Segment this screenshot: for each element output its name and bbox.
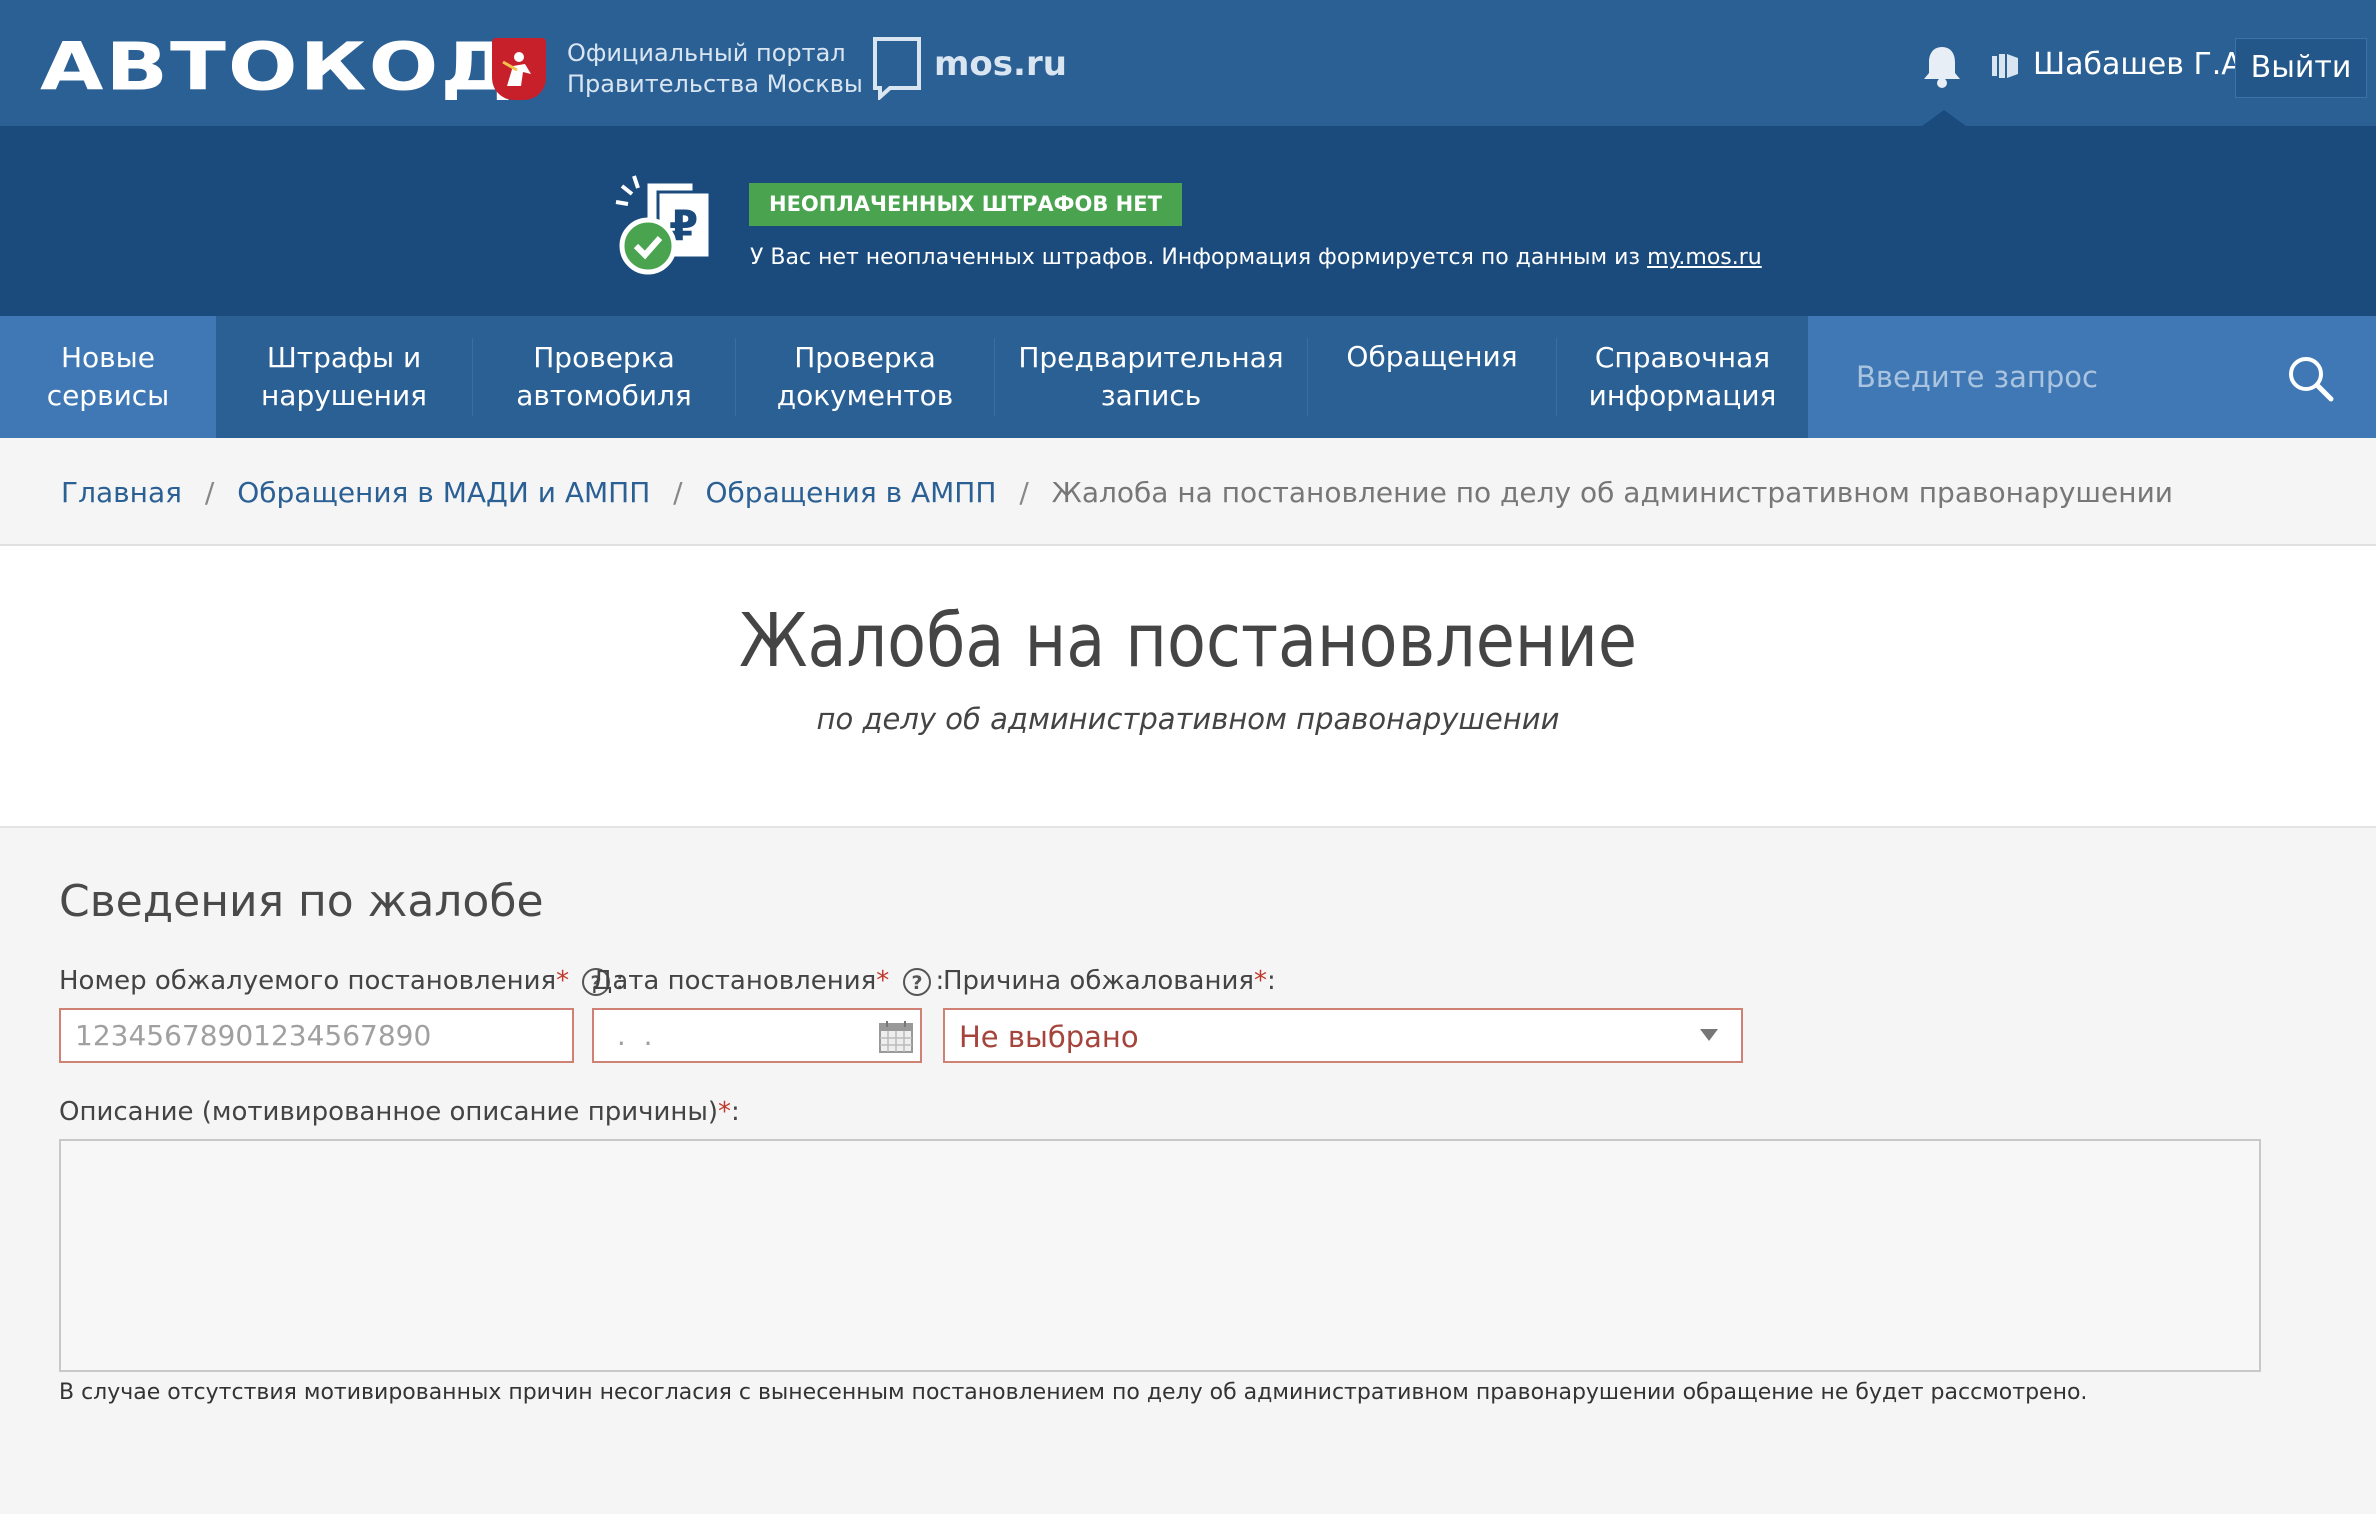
nav-item-label: сервисы — [46, 379, 170, 412]
reason-label-text: Причина обжалования — [943, 966, 1255, 996]
notification-pointer — [1922, 110, 1966, 126]
nav-item-fines[interactable]: Штрафы и нарушения — [216, 316, 472, 438]
my-mos-link[interactable]: my.mos.ru — [1647, 245, 1762, 270]
nav-item-label: автомобиля — [516, 379, 692, 412]
mos-ru-icon[interactable] — [872, 36, 922, 100]
breadcrumb-home[interactable]: Главная — [61, 476, 182, 509]
description-note: В случае отсутствия мотивированных причи… — [59, 1380, 2088, 1405]
page-title: Жалоба на постановление — [738, 598, 1638, 684]
date-field-wrapper — [592, 1008, 922, 1063]
moscow-crest-icon — [492, 38, 546, 100]
required-mark: * — [876, 966, 890, 996]
avtokod-logo[interactable]: АВТОКОД — [40, 28, 515, 108]
nav-item-label: Обращения — [1346, 340, 1518, 373]
description-label-text: Описание (мотивированное описание причин… — [59, 1097, 719, 1127]
search-icon[interactable] — [2286, 354, 2336, 404]
no-fines-icon: ₽ — [615, 175, 712, 275]
nav-item-label: Проверка — [794, 341, 936, 374]
number-label: Номер обжалуемого постановления* ? : — [59, 966, 624, 997]
required-mark: * — [556, 966, 570, 996]
chevron-down-icon — [1700, 1029, 1718, 1041]
portal-caption-line1: Официальный портал — [567, 39, 846, 67]
nav-item-appointment[interactable]: Предварительная запись — [995, 316, 1307, 438]
reason-label: Причина обжалования*: — [943, 966, 1276, 996]
user-icon — [1992, 54, 2018, 78]
nav-item-appeals[interactable]: Обращения — [1308, 316, 1556, 438]
logout-button[interactable]: Выйти — [2235, 38, 2367, 98]
section-title: Сведения по жалобе — [59, 876, 544, 927]
date-label: Дата постановления* ? : — [592, 966, 944, 997]
fines-info-text: У Вас нет неоплаченных штрафов. Информац… — [750, 245, 1762, 270]
top-header: АВТОКОД Официальный портал Правительства… — [0, 0, 2376, 126]
breadcrumb-separator: / — [1019, 476, 1029, 509]
search-box — [1808, 316, 2376, 438]
description-textarea[interactable] — [61, 1141, 2259, 1370]
decision-date-input[interactable] — [594, 1010, 920, 1061]
page-header: Жалоба на постановление по делу об админ… — [0, 546, 2376, 828]
breadcrumb-separator: / — [673, 476, 683, 509]
nav-item-label: нарушения — [260, 379, 427, 412]
nav-item-new-services[interactable]: Новые сервисы — [0, 316, 216, 438]
breadcrumb: Главная / Обращения в МАДИ и АМПП / Обра… — [0, 438, 2376, 546]
nav-item-label: документов — [776, 379, 954, 412]
decision-number-input[interactable] — [61, 1010, 572, 1061]
label-colon: : — [731, 1097, 740, 1127]
required-mark: * — [718, 1097, 732, 1127]
nav-item-reference[interactable]: Справочная информация — [1557, 316, 1808, 438]
nav-item-vehicle-check[interactable]: Проверка автомобиля — [473, 316, 735, 438]
question-circle-icon[interactable]: ? — [902, 967, 932, 997]
nav-item-label: запись — [1100, 379, 1202, 412]
description-label: Описание (мотивированное описание причин… — [59, 1097, 740, 1127]
fines-banner — [0, 126, 2376, 316]
breadcrumb-ampp[interactable]: Обращения в АМПП — [706, 476, 997, 509]
reason-select-value: Не выбрано — [959, 1020, 1139, 1054]
nav-item-documents-check[interactable]: Проверка документов — [736, 316, 994, 438]
nav-item-label: информация — [1588, 379, 1777, 412]
number-label-text: Номер обжалуемого постановления — [59, 966, 557, 996]
number-field-wrapper — [59, 1008, 574, 1063]
calendar-icon[interactable] — [878, 1020, 914, 1054]
portal-caption[interactable]: Официальный портал Правительства Москвы — [567, 38, 863, 100]
mos-ru-label[interactable]: mos.ru — [934, 44, 1067, 84]
fines-info-message: У Вас нет неоплаченных штрафов. Информац… — [750, 245, 1648, 270]
user-name[interactable]: Шабашев Г.А. — [2033, 47, 2251, 82]
nav-item-label: Проверка — [533, 341, 675, 374]
breadcrumb-separator: / — [204, 476, 215, 509]
page-subtitle: по делу об административном правонарушен… — [816, 702, 1560, 736]
no-fines-badge: НЕОПЛАЧЕННЫХ ШТРАФОВ НЕТ — [749, 183, 1182, 226]
portal-caption-line2: Правительства Москвы — [567, 70, 863, 98]
label-colon: : — [1267, 966, 1276, 996]
nav-item-label: Новые — [60, 341, 155, 374]
bell-icon[interactable] — [1921, 43, 1963, 89]
date-label-text: Дата постановления — [592, 966, 877, 996]
search-input[interactable] — [1856, 352, 2256, 402]
nav-item-label: Предварительная — [1018, 341, 1284, 374]
breadcrumb-madi-ampp[interactable]: Обращения в МАДИ и АМПП — [237, 476, 650, 509]
required-mark: * — [1254, 966, 1268, 996]
svg-text:?: ? — [911, 972, 922, 994]
nav-item-label: Справочная — [1594, 341, 1771, 374]
description-wrapper — [59, 1139, 2261, 1372]
breadcrumb-current: Жалоба на постановление по делу об админ… — [1051, 476, 2173, 509]
reason-select[interactable]: Не выбрано — [943, 1008, 1743, 1063]
nav-item-label: Штрафы и — [266, 341, 422, 374]
